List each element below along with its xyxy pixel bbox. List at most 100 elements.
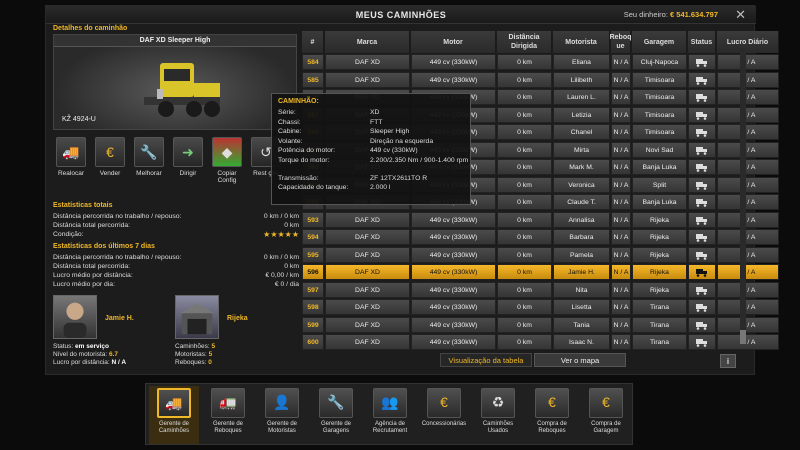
col-header-profit[interactable]: Lucro Diário [717, 31, 779, 53]
tooltip-title: CAMINHÃO: [278, 98, 319, 105]
recruitment-agency-icon: 👥 [373, 388, 407, 418]
cell-trailer: N / A [611, 316, 631, 333]
cell-dist: 0 km [497, 264, 552, 280]
cell-brand: DAF XD [325, 71, 410, 88]
toolbar-button-garage-manager[interactable]: 🔧 Gerente de Garagens [311, 386, 361, 444]
cell-dist: 0 km [497, 159, 552, 175]
cell-garage: Tirana [632, 316, 687, 333]
cell-profit: N / A [717, 176, 779, 193]
cell-trailer: N / A [611, 54, 631, 70]
truck-manager-icon: 🚚 [157, 388, 191, 418]
cell-garage: Tirana [632, 334, 687, 350]
col-header-status[interactable]: Status [688, 31, 716, 53]
table-view-button[interactable]: Visualização da tabela [440, 353, 532, 367]
table-row[interactable]: 597 DAF XD 449 cv (330kW) 0 km Nita N / A Rije… [302, 281, 786, 298]
col-header-distance[interactable]: Distância Dirigida [497, 31, 552, 53]
cell-profit: N / A [717, 299, 779, 315]
cell-driver: Tania [553, 316, 610, 333]
stat-label: Condição: [53, 231, 84, 238]
toolbar-button-driver-manager[interactable]: 👤 Gerente de Motoristas [257, 386, 307, 444]
drive-label: Dirigir [179, 170, 197, 177]
relocate-button[interactable]: 🚚 Realocar [53, 137, 89, 177]
table-row[interactable]: 593 DAF XD 449 cv (330kW) 0 km Annalisa N / A… [302, 211, 786, 228]
trailer-manager-icon: 🚛 [211, 388, 245, 418]
cell-garage: Rijeka [632, 211, 687, 228]
driving-icon [696, 93, 708, 102]
manager-toolbar: 🚚 Gerente de Caminhões 🚛 Gerente de Reboque… [145, 383, 633, 445]
sell-button[interactable]: € Vender [92, 137, 128, 177]
driver-card[interactable]: Jamie H. Status: em serviço Nível do mot… [53, 295, 173, 366]
driver-info: Status: em serviço Nível do motorista: 6… [53, 343, 126, 367]
map-view-button[interactable]: Ver o mapa [534, 353, 626, 367]
status-cell [688, 54, 716, 70]
cell-driver: Lauren L. [553, 89, 610, 105]
sell-label: Vender [99, 170, 121, 177]
toolbar-button-recruitment-agency[interactable]: 👥 Agência de Recrutament [365, 386, 415, 444]
toolbar-button-trailer-manager[interactable]: 🚛 Gerente de Reboques [203, 386, 253, 444]
stat-label: Distância percorrida no trabalho / repou… [53, 254, 182, 261]
info-button[interactable]: i [720, 354, 736, 368]
cell-engine: 449 cv (330kW) [411, 316, 496, 333]
table-scrollbar[interactable] [740, 48, 746, 344]
cell-driver: Chanel [553, 124, 610, 140]
tooltip-value: 2.000 l [370, 184, 391, 191]
copy-config-button[interactable]: ◆ Copiar Config [209, 137, 245, 184]
cell-trailer: N / A [611, 141, 631, 158]
driving-icon [696, 58, 708, 67]
garage-trailers-label: Reboques: [175, 359, 207, 366]
stat-row: Lucro médio por dia: € 0 / dia [53, 280, 299, 289]
garage-card[interactable]: Rijeka Caminhões: 5 Motoristas: 5 Reboqu… [175, 295, 297, 366]
toolbar-button-dealership[interactable]: € Concessionárias [419, 386, 469, 444]
stat-label: Lucro médio por dia: [53, 281, 115, 288]
table-row[interactable]: 596 DAF XD 449 cv (330kW) 0 km Jamie H. N / A… [302, 264, 786, 280]
table-row[interactable]: 599 DAF XD 449 cv (330kW) 0 km Tania N / A Tir… [302, 316, 786, 333]
cell-engine: 449 cv (330kW) [411, 54, 496, 70]
status-cell [688, 89, 716, 105]
sell-truck-icon: € [95, 137, 125, 167]
stat-row: Distância percorrida no trabalho / repou… [53, 253, 299, 262]
toolbar-button-buy-trailers[interactable]: € Compra de Reboques [527, 386, 577, 444]
close-icon[interactable]: ✕ [735, 7, 746, 23]
cell-driver: Mirta [553, 141, 610, 158]
truck-preview: DAF XD Sleeper High KŽ 4924-U [53, 34, 297, 130]
stats-7days-title: Estatísticas dos últimos 7 dias [53, 243, 155, 250]
cell-driver: Claude T. [553, 194, 610, 210]
tooltip-row: Capacidade do tanque: 2.000 l [278, 183, 464, 193]
table-row[interactable]: 584 DAF XD 449 cv (330kW) 0 km Eliana N / A Cl… [302, 54, 786, 70]
cell-driver: Jamie H. [553, 264, 610, 280]
cell-garage: Banja Luka [632, 159, 687, 175]
stat-value: € 0 / dia [274, 281, 299, 288]
table-row[interactable]: 595 DAF XD 449 cv (330kW) 0 km Pamela N / A Ri… [302, 246, 786, 263]
col-header-trailer[interactable]: Reboq ue [610, 31, 631, 53]
table-row[interactable]: 598 DAF XD 449 cv (330kW) 0 km Lisetta N / AT… [302, 299, 786, 315]
toolbar-button-truck-manager[interactable]: 🚚 Gerente de Caminhões [149, 386, 199, 444]
scrollbar-thumb[interactable] [740, 330, 746, 344]
table-row[interactable]: 594 DAF XD 449 cv (330kW) 0 km Barbara N / AR… [302, 229, 786, 245]
col-header-num[interactable]: # [302, 31, 324, 53]
toolbar-label: Concessionárias [421, 421, 467, 427]
toolbar-button-used-trucks[interactable]: ♻ Caminhões Usados [473, 386, 523, 444]
status-cell [688, 124, 716, 140]
col-header-garage[interactable]: Garagem [632, 31, 687, 53]
stat-row: Distância percorrida no trabalho / repou… [53, 212, 299, 221]
driving-icon [696, 251, 708, 260]
cell-num: 593 [302, 211, 324, 228]
table-row[interactable]: 600 DAF XD 449 cv (330kW) 0 km Isaac N. N / A… [302, 334, 786, 350]
tooltip-row: Potência do motor: 449 cv (330kW) [278, 146, 464, 156]
cell-engine: 449 cv (330kW) [411, 229, 496, 245]
tooltip-value: 449 cv (330kW) [370, 147, 418, 154]
cell-driver: Veronica [553, 176, 610, 193]
driving-icon [696, 128, 708, 137]
cell-driver: Eliana [553, 54, 610, 70]
col-header-brand[interactable]: Marca [325, 31, 410, 53]
cell-dist: 0 km [497, 316, 552, 333]
drive-button[interactable]: ➜ Dirigir [170, 137, 206, 177]
driving-icon [696, 321, 708, 330]
toolbar-button-buy-garage[interactable]: € Compra de Garagem [581, 386, 631, 444]
status-cell [688, 71, 716, 88]
status-cell [688, 246, 716, 263]
col-header-engine[interactable]: Motor [411, 31, 496, 53]
upgrade-button[interactable]: 🔧 Melhorar [131, 137, 167, 177]
col-header-driver[interactable]: Motorista [553, 31, 610, 53]
table-row[interactable]: 585 DAF XD 449 cv (330kW) 0 km Lilibeth N / A… [302, 71, 786, 88]
